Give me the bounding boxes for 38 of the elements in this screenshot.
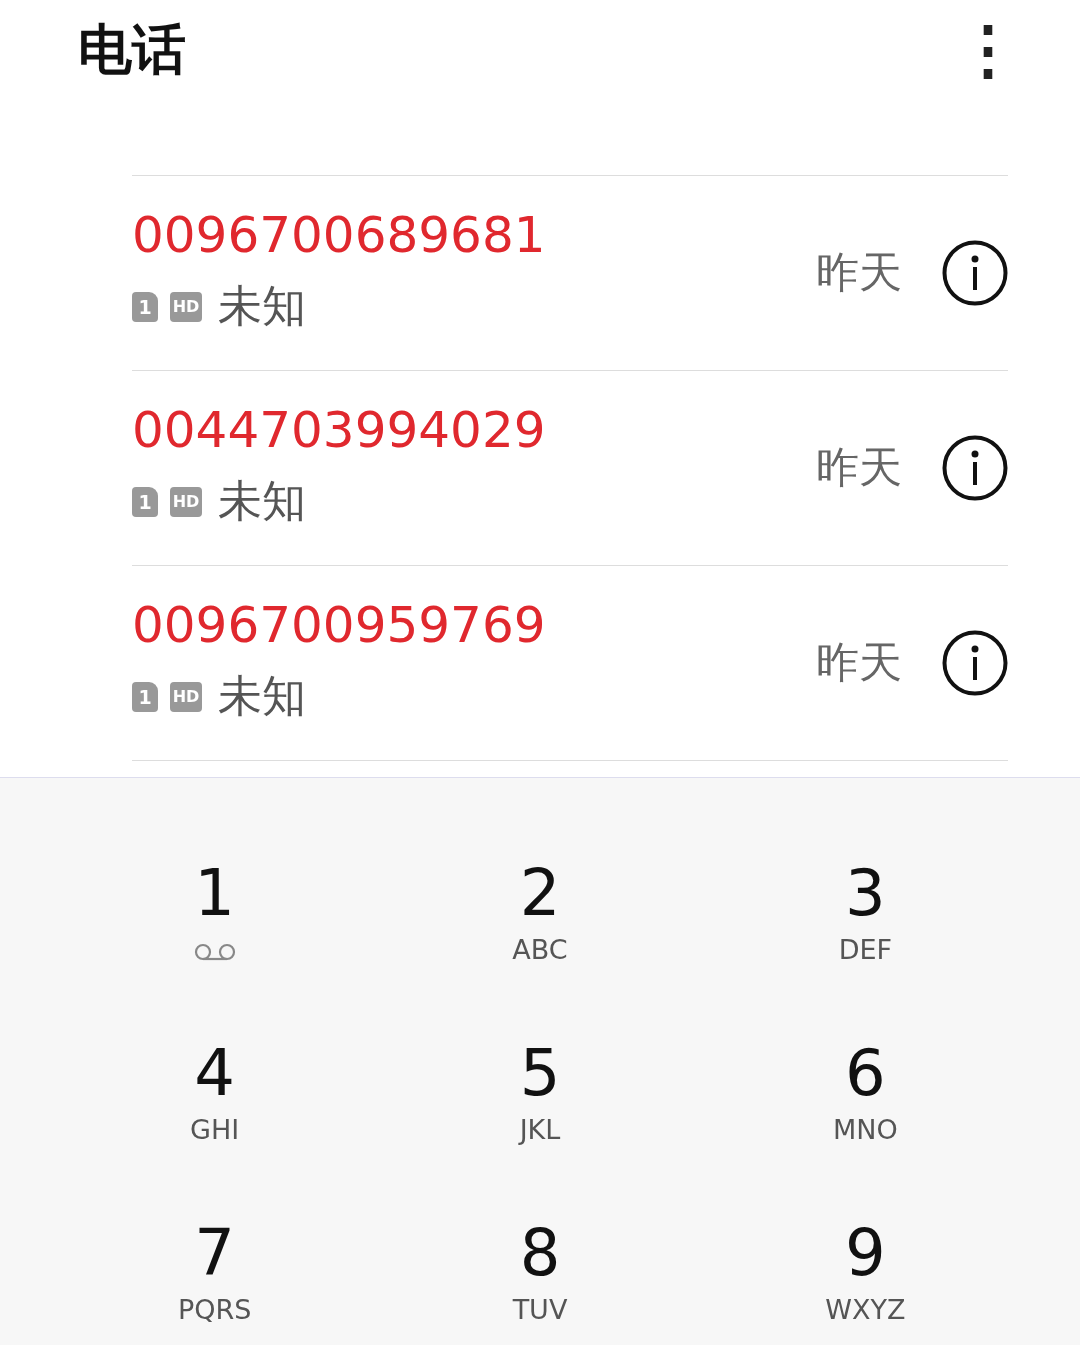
key-letters: WXYZ <box>825 1294 906 1325</box>
key-letters: GHI <box>190 1114 240 1145</box>
call-date: 昨天 <box>816 441 902 494</box>
dial-key[interactable]: 4 <box>184 1038 245 1108</box>
dial-key[interactable]: 8 <box>509 1218 571 1288</box>
key-letters: DEF <box>838 934 892 965</box>
dial-key[interactable]: 2 <box>509 858 571 928</box>
hd-badge: HD <box>170 681 202 712</box>
voicemail-icon <box>192 942 237 962</box>
phone-number: 0096700959769 <box>132 598 547 653</box>
key-letters: ABC <box>512 934 568 965</box>
dial-key[interactable]: 1 <box>184 858 245 928</box>
sim-badge: 1 <box>132 486 158 517</box>
dial-key[interactable]: 6 <box>834 1038 896 1108</box>
hd-badge: HD <box>170 486 202 517</box>
location-text: 未知 <box>218 669 306 723</box>
location-text: 未知 <box>218 474 306 528</box>
key-letters: JKL <box>519 1114 561 1145</box>
key-letters: PQRS <box>177 1294 252 1325</box>
info-icon[interactable] <box>942 240 1008 306</box>
location-text: 未知 <box>218 279 306 333</box>
app-title: 电话 <box>78 16 186 83</box>
dial-key[interactable]: 7 <box>184 1218 245 1288</box>
dial-key[interactable]: 3 <box>834 858 896 928</box>
phone-number: 0096700689681 <box>132 208 547 263</box>
hd-badge: HD <box>170 291 202 322</box>
menu-button[interactable]: ⋮ <box>946 18 1030 82</box>
phone-number: 0044703994029 <box>132 403 547 458</box>
sim-badge: 1 <box>132 291 158 322</box>
key-letters: TUV <box>512 1294 568 1325</box>
call-date: 昨天 <box>816 636 902 689</box>
info-icon[interactable] <box>942 435 1008 501</box>
sim-badge: 1 <box>132 681 158 712</box>
key-letters: MNO <box>832 1114 898 1145</box>
call-date: 昨天 <box>816 246 902 299</box>
dial-key[interactable]: 5 <box>509 1038 571 1108</box>
info-icon[interactable] <box>942 630 1008 696</box>
dial-key[interactable]: 9 <box>834 1218 896 1288</box>
